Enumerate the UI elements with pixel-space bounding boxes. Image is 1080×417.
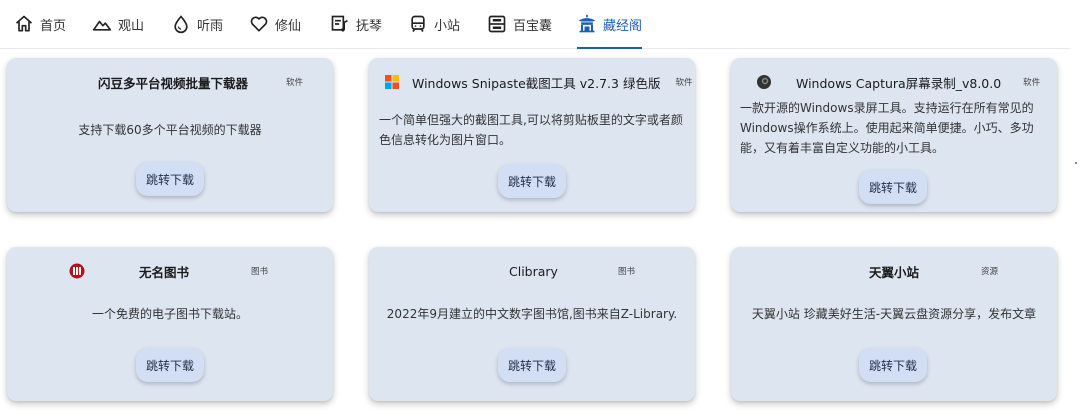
nav-label: 首页 [40,18,67,34]
nav-item-mountain[interactable]: 观山 [92,0,144,48]
nav-item-rain[interactable]: 听雨 [171,0,223,48]
card-description: 一个免费的电子图书下载站。 [91,307,248,321]
download-button[interactable]: 跳转下载 [136,162,204,196]
nav-item-cultivate[interactable]: 修仙 [249,0,301,48]
nav-label: 小站 [434,18,461,34]
nav-label: 藏经阁 [603,18,643,34]
resource-card: Clibrary 图书 2022年9月建立的中文数字图书馆,图书来自Z-Libr… [369,247,695,401]
card-header: Clibrary 图书 [369,259,695,283]
nav-item-station[interactable]: 小站 [408,0,460,48]
card-title: Clibrary [509,263,558,279]
card-header: Windows Captura屏幕录制_v8.0.0 软件 [731,70,1057,94]
train-icon [411,15,425,32]
nav-item-home[interactable]: 首页 [14,0,66,48]
top-nav: 首页 观山 听雨 修仙 抚琴 小站 百宝囊 藏经阁 [0,0,1070,49]
card-title: Windows Captura屏幕录制_v8.0.0 [796,75,1002,91]
card-header: 天翼小站 资源 [731,259,1057,283]
resource-card: 闪豆多平台视频批量下载器 软件 支持下载60多个平台视频的下载器 跳转下载 [7,58,333,212]
resource-card: 无名图书 图书 一个免费的电子图书下载站。 跳转下载 [7,247,333,401]
resource-card: Windows Snipaste截图工具 v2.7.3 绿色版 软件 一个简单但… [369,58,695,212]
nav-item-music[interactable]: 抚琴 [330,0,382,48]
mountain-icon [92,20,112,31]
pavilion-icon [578,14,596,33]
music-note-icon [331,15,348,32]
card-header: Windows Snipaste截图工具 v2.7.3 绿色版 软件 [369,70,695,94]
scrollbar-thumb[interactable] [1075,162,1077,164]
resource-card: Windows Captura屏幕录制_v8.0.0 软件 一款开源的Windo… [731,58,1057,212]
nav-item-treasure[interactable]: 百宝囊 [487,0,552,48]
storage-box-icon [488,15,506,33]
card-description: 一款开源的Windows录屏工具。支持运行在所有常见的Windows操作系统上。… [740,101,1034,155]
water-drop-icon [174,15,188,34]
card-description: 天翼小站 珍藏美好生活-天翼云盘资源分享，发布文章 [751,307,1037,321]
windows-logo-icon [385,75,399,89]
card-title: 天翼小站 [869,264,920,280]
card-title: 无名图书 [139,264,190,280]
nav-label: 观山 [118,18,145,34]
card-description: 2022年9月建立的中文数字图书馆,图书来自Z-Library. [386,307,678,321]
card-tag: 软件 [675,78,693,88]
book-logo-icon [69,263,85,279]
card-description: 一个简单但强大的截图工具,可以将剪贴板里的文字或者颜色信息转化为图片窗口。 [379,113,683,147]
active-tab-indicator [577,47,643,49]
download-button[interactable]: 跳转下载 [136,348,204,382]
nav-label: 抚琴 [356,18,383,34]
nav-label: 听雨 [197,18,224,34]
captura-logo-icon [757,75,771,89]
resource-card: 天翼小站 资源 天翼小站 珍藏美好生活-天翼云盘资源分享，发布文章 跳转下载 [731,247,1057,401]
card-tag: 软件 [286,78,304,88]
download-button[interactable]: 跳转下载 [859,170,927,204]
card-tag: 图书 [617,267,635,277]
download-button[interactable]: 跳转下载 [498,348,566,382]
scrollbar-track[interactable] [1070,0,1080,417]
download-button[interactable]: 跳转下载 [498,164,566,198]
card-tag: 软件 [1023,78,1041,88]
card-header: 闪豆多平台视频批量下载器 软件 [7,70,333,94]
card-header: 无名图书 图书 [7,259,333,283]
nav-item-library[interactable]: 藏经阁 [577,0,643,49]
nav-label: 修仙 [275,18,302,34]
download-button[interactable]: 跳转下载 [859,348,927,382]
card-description: 支持下载60多个平台视频的下载器 [78,123,262,137]
nav-label: 百宝囊 [513,18,553,34]
heart-icon [250,16,268,32]
card-title: 闪豆多平台视频批量下载器 [98,75,249,91]
card-title: Windows Snipaste截图工具 v2.7.3 绿色版 [412,75,661,91]
card-tag: 图书 [251,267,269,277]
card-tag: 资源 [981,267,999,277]
home-icon [15,15,33,32]
